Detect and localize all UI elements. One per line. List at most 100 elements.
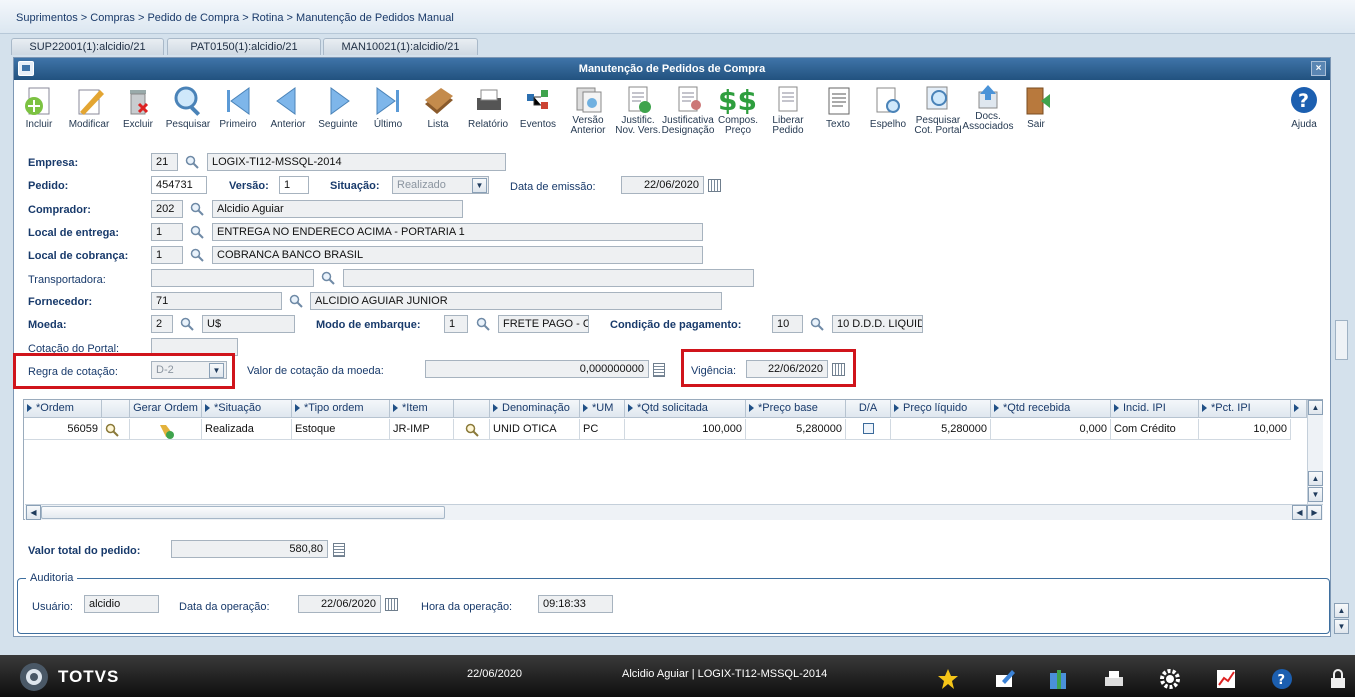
col-denominacao[interactable]: Denominação — [490, 400, 580, 418]
data-operacao-calendar-icon[interactable] — [385, 598, 398, 611]
justific-nov-vers-button[interactable]: Justific. Nov. Vers. — [610, 84, 666, 138]
vigencia-field[interactable]: 22/06/2020 — [746, 360, 828, 378]
local-cobranca-lookup-icon[interactable] — [190, 248, 204, 262]
grid-scroll-down-icon[interactable]: ▼ — [1308, 487, 1323, 502]
situacao-dropdown-icon[interactable]: ▼ — [472, 178, 487, 193]
col-tipo-ordem[interactable]: *Tipo ordem — [292, 400, 390, 418]
grid-scroll-right-icon[interactable]: ▶ — [1307, 505, 1322, 520]
grid-scroll-left2-icon[interactable]: ◀ — [1292, 505, 1307, 520]
empresa-lookup-icon[interactable] — [185, 155, 199, 169]
col-da[interactable]: D/A — [846, 400, 891, 418]
texto-button[interactable]: Texto — [810, 84, 866, 138]
anterior-button[interactable]: Anterior — [260, 84, 316, 138]
empresa-code-field[interactable]: 21 — [151, 153, 178, 171]
col-incid-ipi[interactable]: Incid. IPI — [1111, 400, 1199, 418]
excluir-button[interactable]: Excluir — [110, 84, 166, 138]
col-qtd-solicitada[interactable]: *Qtd solicitada — [625, 400, 746, 418]
comprador-lookup-icon[interactable] — [190, 202, 204, 216]
eventos-button[interactable]: Eventos — [510, 84, 566, 138]
item-lookup-icon[interactable] — [465, 423, 479, 437]
grid-scroll-left-icon[interactable]: ◀ — [26, 505, 41, 520]
help-circle-icon[interactable]: ? — [1270, 667, 1294, 691]
primeiro-button[interactable]: Primeiro — [210, 84, 266, 138]
vigencia-calendar-icon[interactable] — [832, 363, 845, 376]
local-cobranca-code-field[interactable]: 1 — [151, 246, 183, 264]
ultimo-button[interactable]: Último — [360, 84, 416, 138]
versao-anterior-button[interactable]: Versão Anterior — [560, 84, 616, 138]
moeda-lookup-icon[interactable] — [180, 317, 194, 331]
col-situacao[interactable]: *Situação — [202, 400, 292, 418]
window-scroll-thumb[interactable] — [1335, 320, 1348, 360]
transportadora-code-field[interactable] — [151, 269, 314, 287]
data-emissao-calendar-icon[interactable] — [708, 179, 721, 192]
regra-cotacao-dropdown-icon[interactable]: ▼ — [209, 363, 224, 378]
window-vertical-scrollbar[interactable]: ▲ ▼ — [1333, 300, 1351, 635]
modo-embarque-lookup-icon[interactable] — [476, 317, 490, 331]
cell-pct-ipi[interactable]: 10,000 — [1199, 419, 1291, 440]
col-preco-base[interactable]: *Preço base — [746, 400, 846, 418]
cell-preco-base[interactable]: 5,280000 — [746, 419, 846, 440]
col-preco-liquido[interactable]: Preço líquido — [891, 400, 991, 418]
comprador-code-field[interactable]: 202 — [151, 200, 183, 218]
cell-item-lookup[interactable] — [454, 419, 490, 440]
valor-cotacao-field[interactable]: 0,000000000 — [425, 360, 649, 378]
grid-scroll-up2-icon[interactable]: ▲ — [1308, 471, 1323, 486]
tab-sup22001[interactable]: SUP22001(1):alcidio/21 — [11, 38, 164, 55]
total-calculator-icon[interactable] — [333, 543, 345, 557]
sair-button[interactable]: Sair — [1008, 84, 1064, 138]
window-scroll-down-icon[interactable]: ▼ — [1334, 619, 1349, 634]
col-more[interactable] — [1291, 400, 1307, 418]
cell-situacao[interactable]: Realizada — [202, 419, 292, 440]
col-ordem[interactable]: *Ordem — [24, 400, 102, 418]
transportadora-lookup-icon[interactable] — [321, 271, 335, 285]
generate-order-icon[interactable] — [157, 423, 175, 439]
cell-ordem-lookup[interactable] — [102, 419, 130, 440]
compos-preco-button[interactable]: $$$ Compos.Preço — [710, 84, 766, 138]
cell-incid-ipi[interactable]: Com Crédito — [1111, 419, 1199, 440]
ajuda-button[interactable]: ? Ajuda — [1276, 84, 1332, 138]
fornecedor-code-field[interactable]: 71 — [151, 292, 282, 310]
local-entrega-code-field[interactable]: 1 — [151, 223, 183, 241]
espelho-button[interactable]: Espelho — [860, 84, 916, 138]
grid-scroll-up-icon[interactable]: ▲ — [1308, 400, 1323, 415]
col-item-lookup[interactable] — [454, 400, 490, 418]
print-icon[interactable] — [1102, 667, 1126, 691]
calculator-icon[interactable] — [653, 363, 665, 377]
modificar-button[interactable]: Modificar — [61, 84, 117, 138]
cell-qtd-solicitada[interactable]: 100,000 — [625, 419, 746, 440]
cell-ordem[interactable]: 56059 — [24, 419, 102, 440]
chart-icon[interactable] — [1214, 667, 1238, 691]
cell-tipo-ordem[interactable]: Estoque — [292, 419, 390, 440]
pedido-field[interactable]: 454731 — [151, 176, 207, 194]
local-entrega-lookup-icon[interactable] — [190, 225, 204, 239]
incluir-button[interactable]: Incluir — [11, 84, 67, 138]
col-qtd-recebida[interactable]: *Qtd recebida — [991, 400, 1111, 418]
col-ordem-lookup[interactable] — [102, 400, 130, 418]
da-checkbox[interactable] — [862, 423, 874, 434]
favorites-star-icon[interactable] — [936, 667, 960, 691]
window-scroll-up-icon[interactable]: ▲ — [1334, 603, 1349, 618]
data-emissao-field[interactable]: 22/06/2020 — [621, 176, 704, 194]
lista-button[interactable]: Lista — [410, 84, 466, 138]
modo-embarque-code-field[interactable]: 1 — [444, 315, 468, 333]
tab-man10021[interactable]: MAN10021(1):alcidio/21 — [323, 38, 478, 55]
relatorio-button[interactable]: Relatório — [460, 84, 516, 138]
cell-um[interactable]: PC — [580, 419, 625, 440]
cell-gerar-ordem[interactable] — [130, 419, 202, 440]
cell-da[interactable] — [846, 419, 891, 440]
col-pct-ipi[interactable]: *Pct. IPI — [1199, 400, 1291, 418]
settings-gear-icon[interactable] — [1158, 667, 1182, 691]
cell-qtd-recebida[interactable]: 0,000 — [991, 419, 1111, 440]
col-gerar-ordem[interactable]: Gerar Ordem — [130, 400, 202, 418]
close-button[interactable]: × — [1311, 61, 1326, 76]
condicao-code-field[interactable]: 10 — [772, 315, 803, 333]
condicao-lookup-icon[interactable] — [810, 317, 824, 331]
moeda-code-field[interactable]: 2 — [151, 315, 173, 333]
lock-icon[interactable] — [1326, 667, 1350, 691]
col-um[interactable]: *UM — [580, 400, 625, 418]
grid-vertical-scrollbar[interactable]: ▲ ▲ ▼ — [1307, 400, 1323, 504]
col-item[interactable]: *Item — [390, 400, 454, 418]
liberar-pedido-button[interactable]: Liberar Pedido — [760, 84, 816, 138]
document-edit-icon[interactable] — [992, 667, 1016, 691]
versao-field[interactable]: 1 — [279, 176, 309, 194]
